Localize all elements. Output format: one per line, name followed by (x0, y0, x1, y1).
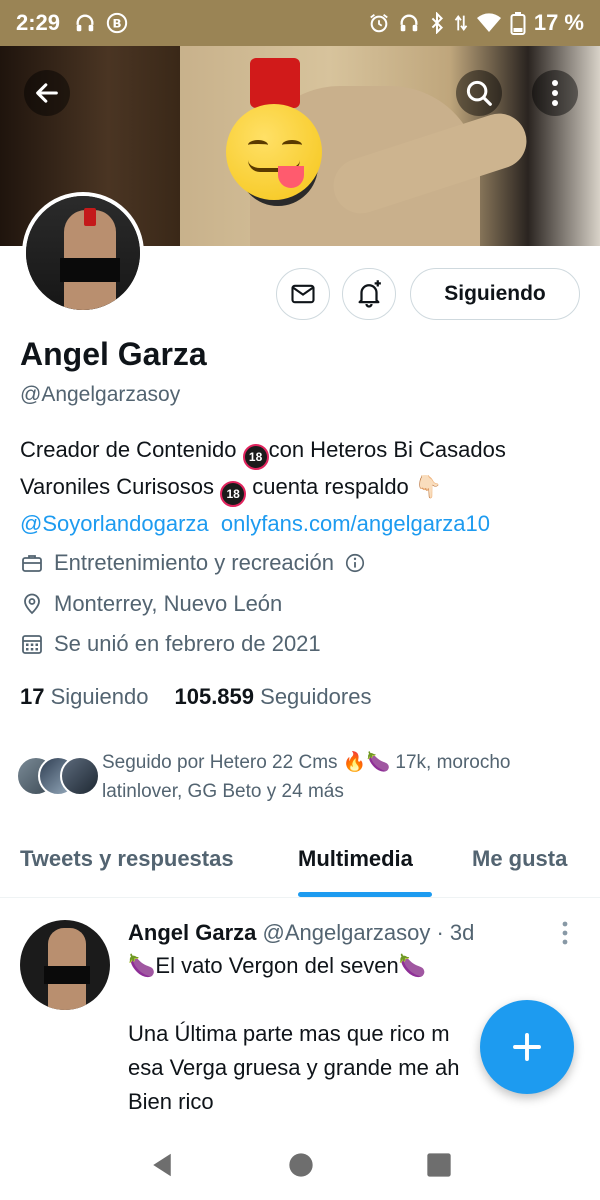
search-button[interactable] (456, 70, 502, 116)
bio-website-link[interactable]: onlyfans.com/angelgarza10 (221, 511, 490, 536)
bio-text: Varoniles Curisosos (20, 474, 221, 499)
system-nav-bar (0, 1130, 600, 1200)
more-vertical-icon (562, 921, 568, 945)
message-button[interactable] (276, 268, 330, 320)
followers-label: Seguidores (260, 684, 372, 709)
follower-avatars (16, 756, 100, 796)
nav-recents-icon[interactable] (425, 1151, 453, 1179)
bio-text: Creador de Contenido (20, 437, 243, 462)
tweet-text-line: Una Última parte mas que rico m (128, 1021, 450, 1046)
headphones-icon (400, 14, 418, 32)
compose-tweet-button[interactable] (480, 1000, 574, 1094)
location-text: Monterrey, Nuevo León (54, 591, 283, 616)
alarm-icon (370, 14, 388, 33)
location-pin-icon (24, 593, 40, 615)
following-button[interactable]: Siguiendo (410, 268, 580, 320)
tweet-header: Angel Garza @Angelgarzasoy · 3d (128, 920, 474, 946)
adult-18-icon: 18 (220, 481, 247, 507)
nav-back-icon[interactable] (147, 1150, 177, 1180)
search-icon (466, 80, 492, 106)
following-stat[interactable]: 17 Siguiendo (20, 684, 148, 710)
avatar[interactable] (20, 920, 110, 1010)
profile-avatar[interactable] (22, 192, 144, 314)
more-vertical-icon (552, 80, 558, 106)
adult-18-icon: 18 (242, 444, 269, 470)
joined-text: Se unió en febrero de 2021 (54, 631, 321, 656)
wifi-icon (476, 13, 501, 32)
avatar (60, 756, 100, 796)
bio-mention-link[interactable]: @Soyorlandogarza (20, 511, 209, 536)
followers-count: 105.859 (174, 684, 255, 709)
mail-icon (291, 284, 315, 304)
category-text: Entretenimiento y recreación (54, 550, 335, 575)
following-count: 17 (20, 684, 45, 709)
followed-by-line: Seguido por Hetero 22 Cms 🔥🍆 17k, moroch… (102, 752, 511, 773)
banner-phone (250, 58, 300, 108)
bluetooth-icon (431, 12, 443, 34)
nav-home-icon[interactable] (287, 1151, 315, 1179)
briefcase-icon (22, 555, 42, 572)
bell-plus-icon (358, 280, 381, 308)
b-badge-icon: B (106, 12, 128, 34)
profile-name: Angel Garza (20, 336, 207, 372)
followed-by-line: latinlover, GG Beto y 24 más (102, 781, 344, 802)
status-time: 2:29 (16, 10, 61, 35)
profile-category: Entretenimiento y recreación (20, 550, 376, 576)
active-tab-indicator (298, 892, 432, 897)
more-options-button[interactable] (532, 70, 578, 116)
profile-tabs: Tweets y respuestas Multimedia Me gusta (0, 826, 600, 898)
notifications-button[interactable] (342, 268, 396, 320)
tweet-more-button[interactable] (560, 920, 570, 951)
data-arrows-icon (454, 15, 468, 31)
info-icon[interactable] (344, 552, 366, 574)
followers-stat[interactable]: 105.859 Seguidores (174, 684, 371, 710)
tweet-text-line: Bien rico (128, 1089, 214, 1114)
tab-tweets-replies[interactable]: Tweets y respuestas (20, 846, 234, 872)
tweet-text-line: esa Verga gruesa y grande me ah (128, 1055, 460, 1080)
svg-text:B: B (113, 17, 122, 31)
battery-icon (510, 12, 526, 35)
battery-percent: 17 % (533, 10, 584, 35)
calendar-icon (22, 635, 42, 654)
arrow-left-icon (36, 83, 58, 103)
followed-by[interactable]: Seguido por Hetero 22 Cms 🔥🍆 17k, moroch… (16, 748, 586, 806)
followed-by-text: Seguido por Hetero 22 Cms 🔥🍆 17k, moroch… (102, 748, 511, 806)
profile-location: Monterrey, Nuevo León (20, 591, 282, 617)
plus-icon (513, 1033, 541, 1061)
tweet-handle-time: @Angelgarzasoy · 3d (262, 920, 475, 945)
profile-bio: Creador de Contenido 18 con Heteros Bi Ca… (20, 433, 585, 540)
bio-text: con Heteros Bi Casados (268, 437, 506, 462)
headphones-icon (76, 14, 94, 32)
following-label: Siguiendo (50, 684, 149, 709)
bio-text: cuenta respaldo 👇🏻 (246, 474, 443, 499)
back-button[interactable] (24, 70, 70, 116)
tweet-text-line: 🍆El vato Vergon del seven🍆 (128, 953, 427, 978)
tab-media[interactable]: Multimedia (298, 846, 413, 872)
status-bar: 2:29 B 17 % (0, 0, 600, 46)
follow-stats: 17 Siguiendo 105.859 Seguidores (20, 684, 371, 710)
emoji-sticker-icon (226, 104, 322, 200)
tweet-author[interactable]: Angel Garza (128, 920, 256, 945)
profile-joined: Se unió en febrero de 2021 (20, 631, 321, 657)
profile-handle: @Angelgarzasoy (20, 383, 181, 406)
tab-likes[interactable]: Me gusta (472, 846, 567, 872)
